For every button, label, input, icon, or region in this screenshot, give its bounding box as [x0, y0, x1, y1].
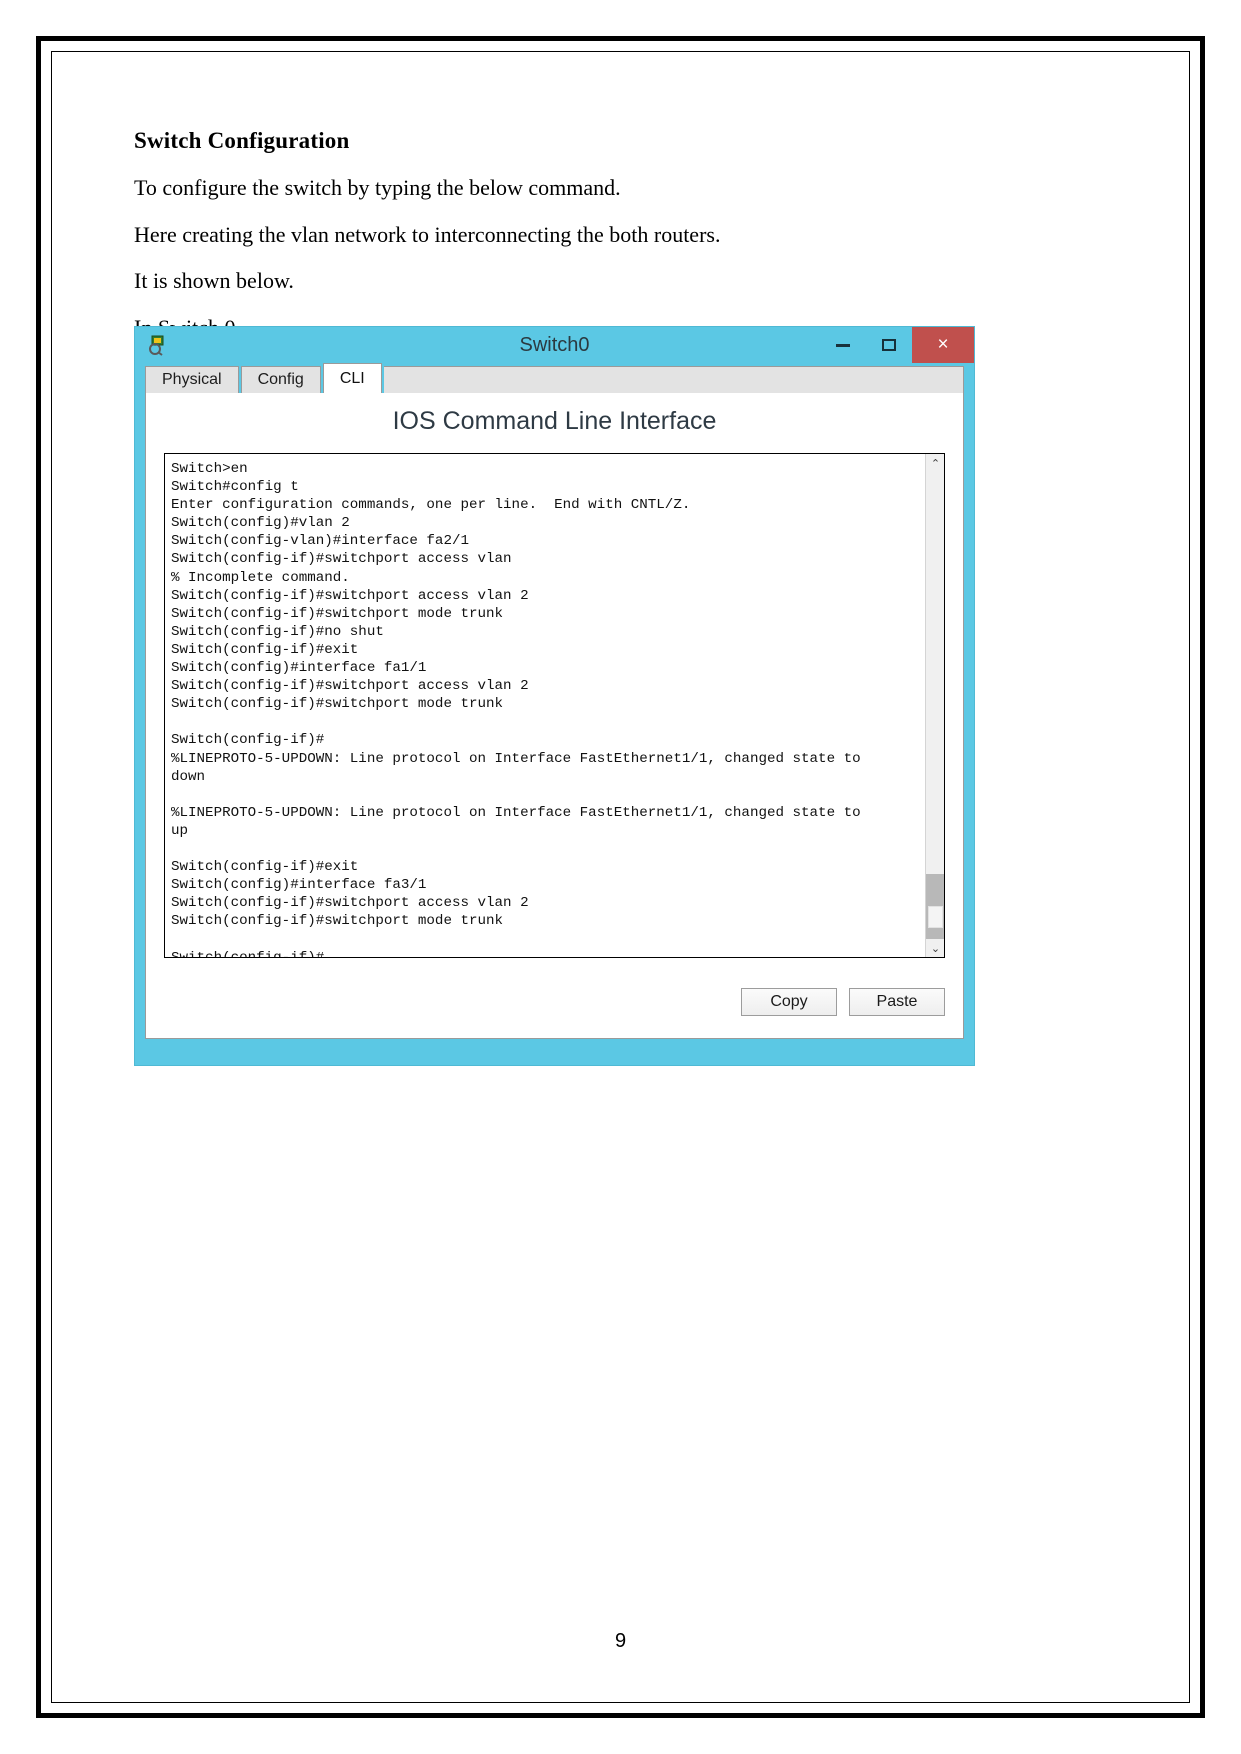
minimize-button[interactable] — [820, 327, 866, 363]
tab-physical[interactable]: Physical — [145, 366, 239, 393]
page-title: Switch Configuration — [134, 128, 350, 153]
paragraph-3: It is shown below. — [134, 268, 294, 294]
scroll-up-arrow-icon[interactable]: ⌃ — [926, 454, 944, 472]
cli-terminal[interactable]: Switch>en Switch#config t Enter configur… — [164, 453, 945, 958]
cli-terminal-text[interactable]: Switch>en Switch#config t Enter configur… — [165, 454, 925, 957]
paragraph-1: To configure the switch by typing the be… — [134, 175, 621, 200]
maximize-button[interactable] — [866, 327, 912, 363]
window-controls: × — [820, 327, 974, 363]
close-button[interactable]: × — [912, 327, 974, 363]
cli-panel: IOS Command Line Interface Switch>en Swi… — [145, 393, 964, 1039]
page-number: 9 — [614, 1630, 627, 1652]
tab-cli[interactable]: CLI — [322, 363, 382, 393]
tab-config[interactable]: Config — [240, 366, 321, 393]
cli-panel-heading: IOS Command Line Interface — [392, 407, 717, 435]
cli-action-buttons: Copy Paste — [741, 988, 945, 1016]
scroll-down-arrow-icon[interactable]: ⌄ — [926, 939, 944, 957]
tab-strip-filler — [383, 366, 964, 393]
scrollbar-thumb[interactable] — [928, 906, 943, 928]
window-titlebar[interactable]: Switch0 × — [135, 327, 974, 363]
paragraph-2: Here creating the vlan network to interc… — [134, 221, 721, 247]
paste-button[interactable]: Paste — [849, 988, 945, 1016]
cli-scrollbar[interactable]: ⌃ ⌄ — [925, 454, 944, 957]
packet-tracer-device-window: Switch0 × Physical Config CLI IOS Comman… — [134, 326, 975, 1066]
tab-strip: Physical Config CLI — [145, 363, 964, 393]
copy-button[interactable]: Copy — [741, 988, 837, 1016]
